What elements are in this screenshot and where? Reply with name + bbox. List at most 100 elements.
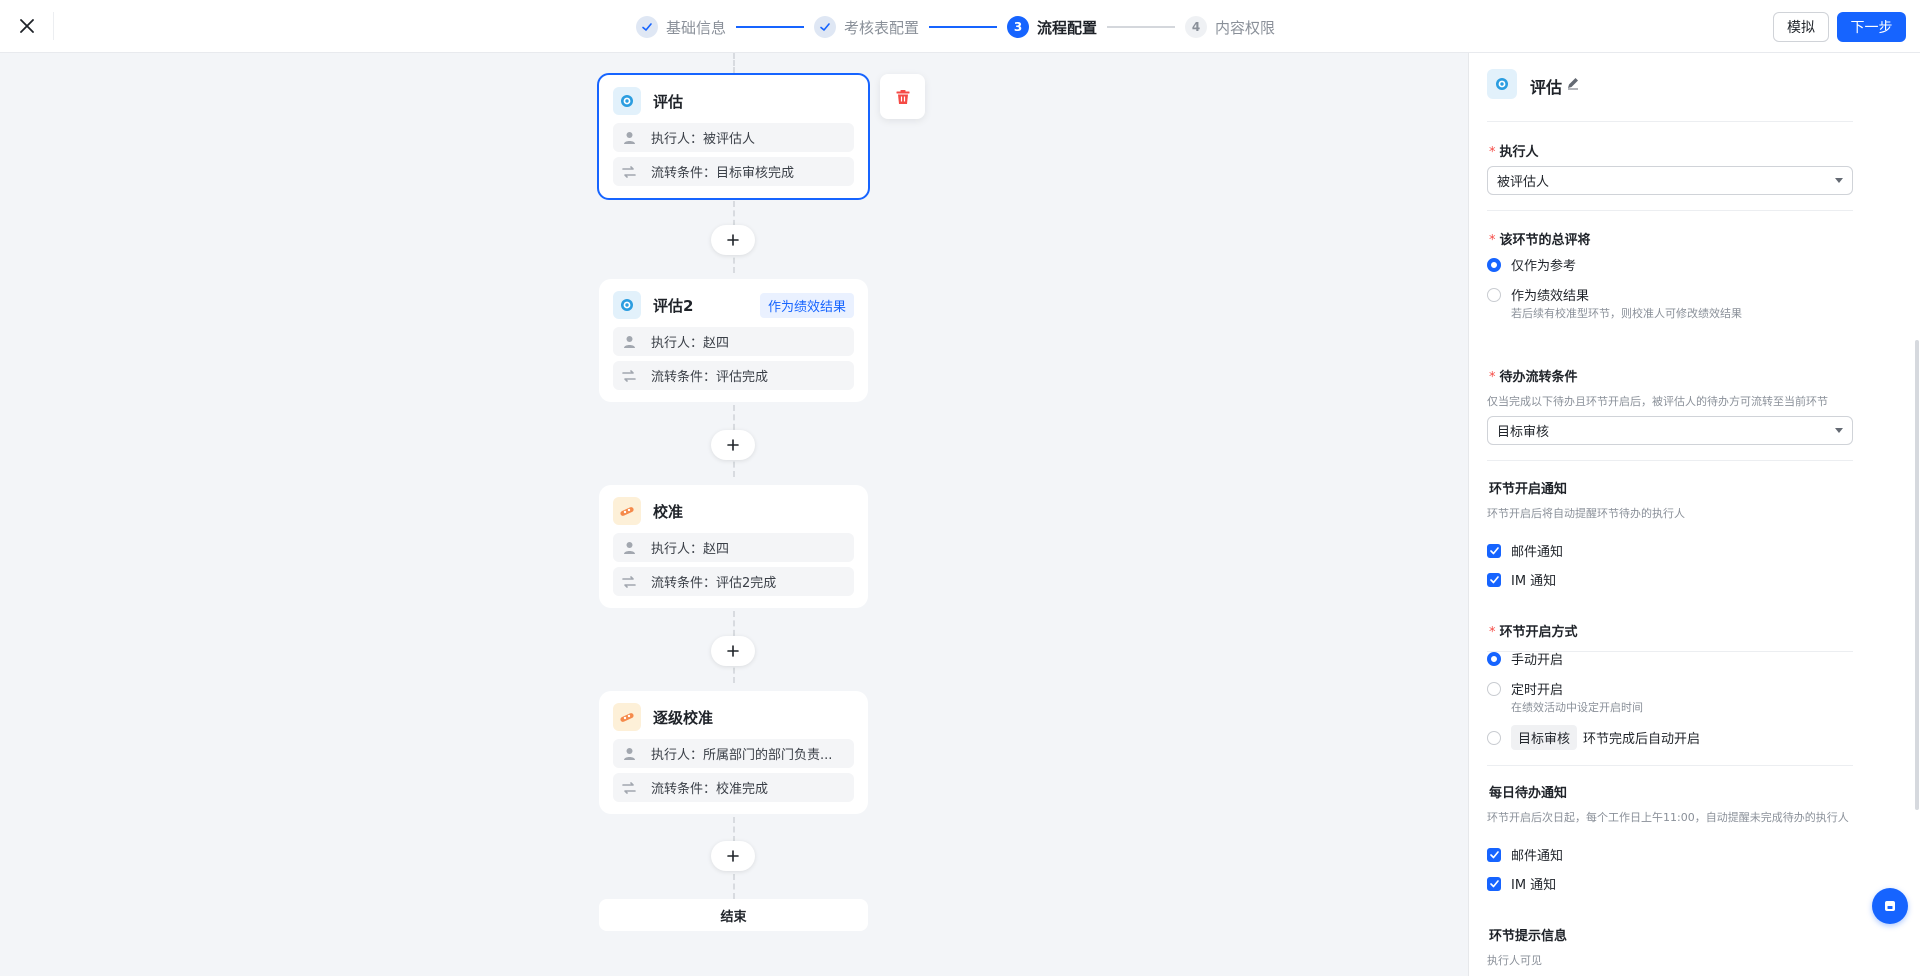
start-notice-hint: 环节开启后将自动提醒环节待办的执行人	[1487, 507, 1685, 520]
node-title: 评估2	[653, 296, 694, 315]
add-node-button[interactable]	[711, 841, 755, 871]
divider	[53, 12, 54, 40]
step-flow-config[interactable]: 3 流程配置	[1007, 16, 1097, 38]
step-label: 考核表配置	[844, 18, 920, 37]
divider	[1487, 121, 1853, 122]
node-title: 逐级校准	[653, 708, 714, 727]
panel-title: 评估	[1530, 78, 1563, 97]
calibrate-icon	[613, 703, 641, 731]
simulate-button[interactable]: 模拟	[1773, 12, 1829, 42]
daily-notice-label: 每日待办通知	[1489, 786, 1568, 801]
node-condition: 流转条件：校准完成	[613, 773, 854, 802]
user-icon	[621, 130, 637, 146]
checkbox-checked-icon	[1487, 543, 1501, 558]
flow-node-evaluation-2[interactable]: 评估2 作为绩效结果 执行人：赵四 流转条件：评估完成	[599, 279, 868, 402]
checkbox-daily-im[interactable]: IM 通知	[1487, 874, 1556, 893]
next-step-button[interactable]: 下一步	[1837, 12, 1906, 42]
todo-condition-label: * 待办流转条件	[1489, 370, 1578, 385]
executor-label: * 执行人	[1489, 145, 1539, 160]
step-label: 流程配置	[1037, 18, 1098, 37]
plus-icon	[727, 850, 739, 862]
user-icon	[621, 540, 637, 556]
divider	[1487, 765, 1853, 766]
radio-auto-start[interactable]: 目标审核 环节完成后自动开启	[1487, 725, 1700, 750]
step-connector	[929, 26, 998, 28]
executor-select[interactable]: 被评估人	[1487, 166, 1853, 195]
checkbox-start-im[interactable]: IM 通知	[1487, 570, 1556, 589]
todo-condition-hint: 仅当完成以下待办且环节开启后，被评估人的待办方可流转至当前环节	[1487, 395, 1828, 408]
start-notice-label: 环节开启通知	[1489, 482, 1568, 497]
node-config-panel: 评估 * 执行人 被评估人 * 该环节的总评将 仅作为参考 作为绩效结果 若后续有校…	[1468, 53, 1920, 976]
node-condition: 流转条件：目标审核完成	[613, 157, 854, 186]
caret-down-icon	[1835, 428, 1843, 433]
close-button[interactable]	[14, 13, 40, 39]
top-bar: 基础信息 考核表配置 3 流程配置 4 内容权限 模拟 下一步	[0, 0, 1920, 53]
step-form-config[interactable]: 考核表配置	[814, 16, 919, 38]
close-icon	[20, 19, 34, 33]
plus-icon	[727, 439, 739, 451]
user-icon	[621, 334, 637, 350]
plus-icon	[727, 645, 739, 657]
radio-as-performance-result[interactable]: 作为绩效结果	[1487, 285, 1589, 304]
flow-connector	[733, 53, 735, 73]
radio-scheduled-start[interactable]: 定时开启	[1487, 679, 1563, 698]
calibrate-icon	[613, 497, 641, 525]
check-icon	[636, 16, 658, 38]
target-icon	[613, 87, 641, 115]
step-number: 4	[1185, 16, 1208, 38]
trash-icon	[896, 89, 909, 104]
plus-icon	[727, 234, 739, 246]
todo-condition-select[interactable]: 目标审核	[1487, 416, 1853, 445]
start-mode-label: * 环节开启方式	[1489, 625, 1578, 640]
node-title: 校准	[653, 502, 684, 521]
save-icon	[1885, 901, 1895, 911]
delete-node-button[interactable]	[880, 74, 925, 119]
radio-indicator	[1487, 287, 1501, 302]
step-basic-info[interactable]: 基础信息	[636, 16, 726, 38]
auto-start-chip: 目标审核	[1511, 725, 1578, 750]
save-floating-button[interactable]	[1872, 888, 1908, 924]
node-condition: 流转条件：评估2完成	[613, 567, 854, 596]
checkbox-start-email[interactable]: 邮件通知	[1487, 541, 1563, 560]
node-executor: 执行人：所属部门的部门负责...	[613, 739, 854, 768]
node-executor: 执行人：赵四	[613, 327, 854, 356]
step-content-permission[interactable]: 4 内容权限	[1185, 16, 1275, 38]
flow-condition-icon	[621, 780, 637, 796]
flow-node-level-calibration[interactable]: 逐级校准 执行人：所属部门的部门负责... 流转条件：校准完成	[599, 691, 868, 814]
flow-node-calibration[interactable]: 校准 执行人：赵四 流转条件：评估2完成	[599, 485, 868, 608]
step-label: 内容权限	[1215, 18, 1276, 37]
step-connector	[736, 26, 805, 28]
pencil-icon	[1568, 78, 1578, 90]
node-executor: 执行人：赵四	[613, 533, 854, 562]
radio-indicator	[1487, 681, 1501, 696]
radio-manual-start[interactable]: 手动开启	[1487, 649, 1563, 668]
tip-info-label: 环节提示信息	[1489, 929, 1568, 944]
add-node-button[interactable]	[711, 225, 755, 255]
add-node-button[interactable]	[711, 430, 755, 460]
performance-result-tag: 作为绩效结果	[759, 292, 854, 318]
flow-condition-icon	[621, 368, 637, 384]
node-executor: 执行人：被评估人	[613, 123, 854, 152]
node-condition: 流转条件：评估完成	[613, 361, 854, 390]
scheduled-start-hint: 在绩效活动中设定开启时间	[1511, 701, 1643, 714]
check-icon	[814, 16, 837, 38]
user-icon	[621, 746, 637, 762]
checkbox-checked-icon	[1487, 572, 1501, 587]
step-label: 基础信息	[666, 18, 727, 37]
radio-indicator	[1487, 257, 1501, 272]
flow-end-node: 结束	[599, 899, 868, 931]
edit-title-button[interactable]	[1566, 76, 1582, 92]
divider	[1487, 210, 1853, 211]
panel-scrollbar[interactable]	[1915, 340, 1919, 810]
radio-reference-only[interactable]: 仅作为参考	[1487, 255, 1576, 274]
flow-canvas: 评估 执行人：被评估人 流转条件：目标审核完成 评估2 作为绩效结果 执行人：赵…	[0, 53, 1468, 976]
summary-label: * 该环节的总评将	[1489, 233, 1591, 248]
checkbox-daily-email[interactable]: 邮件通知	[1487, 845, 1563, 864]
add-node-button[interactable]	[711, 636, 755, 666]
daily-notice-hint: 环节开启后次日起，每个工作日上午11:00，自动提醒未完成待办的执行人	[1487, 811, 1849, 824]
tip-info-hint: 执行人可见	[1487, 954, 1542, 967]
node-title: 评估	[653, 92, 684, 111]
step-number: 3	[1007, 16, 1030, 38]
flow-condition-icon	[621, 574, 637, 590]
flow-node-evaluation[interactable]: 评估 执行人：被评估人 流转条件：目标审核完成	[597, 73, 870, 200]
